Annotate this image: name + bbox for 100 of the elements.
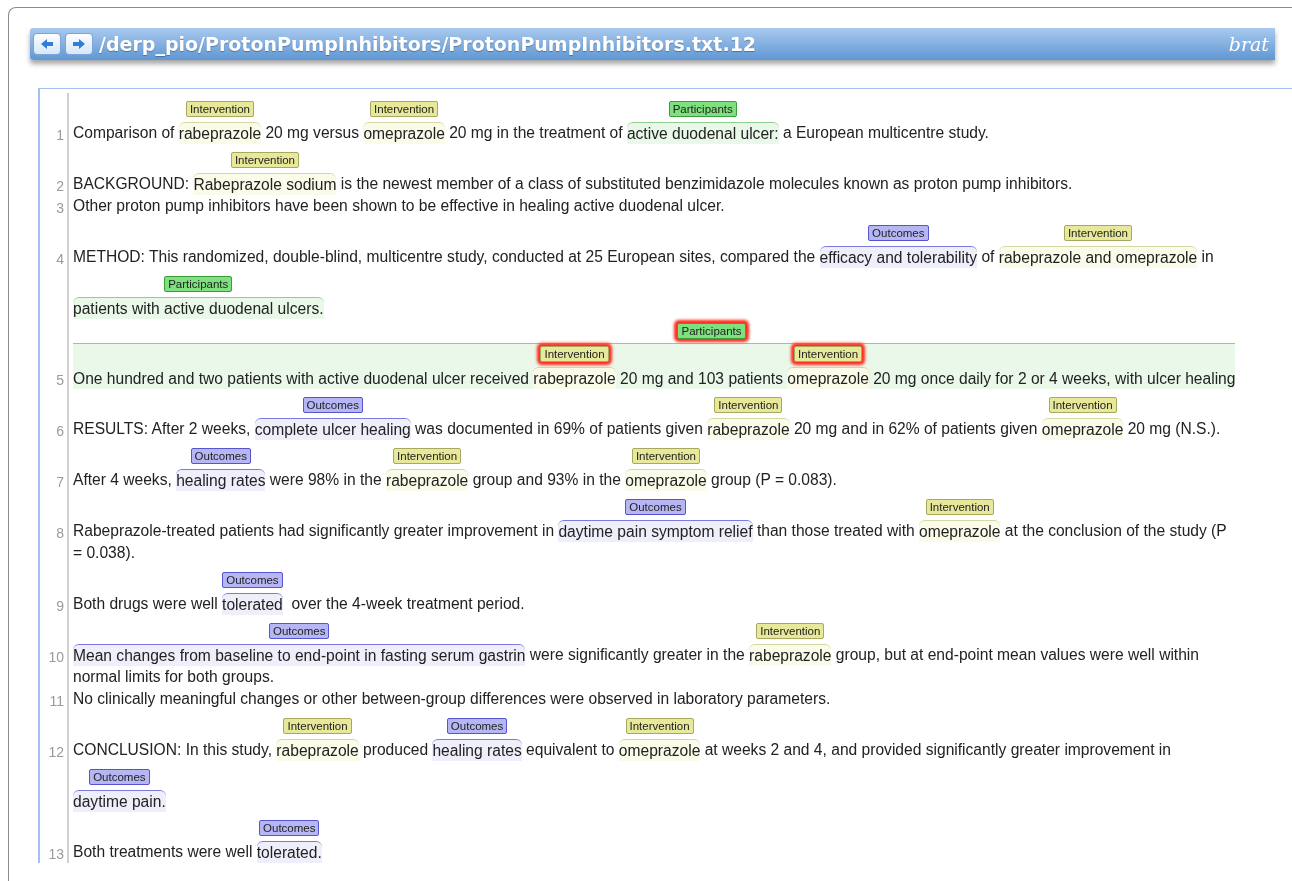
sentence-text: normal limits for both groups. <box>73 668 275 685</box>
sentence-text: group (P = 0.083). <box>710 471 837 488</box>
sentence-text: than those treated with <box>755 522 916 539</box>
annotation-label[interactable]: Outcomes <box>190 448 251 464</box>
annotated-text[interactable]: daytime pain symptom relief <box>558 520 753 542</box>
annotated-text[interactable]: rabeprazole <box>749 644 832 666</box>
annotation-label[interactable]: Intervention <box>925 499 994 515</box>
annotated-text[interactable]: tolerated <box>222 593 283 615</box>
sentence-text: group and 93% in the <box>471 471 622 488</box>
line-number: 3 <box>56 200 64 216</box>
annotated-text[interactable]: tolerated. <box>256 841 322 863</box>
annotated-text[interactable]: patients with active duodenal ulcers. <box>73 297 324 319</box>
annotated-text[interactable]: omeprazole <box>919 520 1001 542</box>
annotation-label[interactable]: Intervention <box>370 101 439 117</box>
line-number: 5 <box>56 372 64 388</box>
right-arrow-icon <box>72 38 86 50</box>
app-logo: brat <box>1228 33 1269 55</box>
sentence-text: BACKGROUND: <box>73 175 191 192</box>
sentence-text: METHOD: This randomized, double-blind, multicentre study, conducted at 25 European sites, compared the <box>73 248 817 265</box>
annotation-label[interactable]: Intervention <box>1048 397 1117 413</box>
annotation-label[interactable]: Intervention <box>1063 225 1133 241</box>
sentence-text: were significantly greater in the <box>528 646 746 663</box>
annotated-text[interactable]: rabeprazole <box>385 469 469 491</box>
line-number: 1 <box>56 127 64 143</box>
annotation-label[interactable]: Outcomes <box>625 499 686 515</box>
annotated-text[interactable]: rabeprazole <box>533 367 616 389</box>
sentence-text: Rabeprazole-treated patients had significantly greater improvement in <box>73 522 556 539</box>
document-path: /derp_pio/ProtonPumpInhibitors/ProtonPumpInhibitors.txt.12 <box>99 33 758 55</box>
sentence-text: group, but at end-point mean values were well within <box>834 646 1199 663</box>
sentence-text: produced <box>362 741 430 758</box>
annotated-text[interactable]: Mean changes from baseline to end-point in fasting serum gastrin <box>73 644 526 666</box>
sentence-text: of <box>980 248 996 265</box>
line-number: 2 <box>56 178 64 194</box>
annotation-label[interactable]: Participants <box>164 276 233 292</box>
annotation-label[interactable]: Intervention <box>631 448 700 464</box>
annotated-text[interactable]: rabeprazole and omeprazole <box>998 246 1198 268</box>
annotation-label[interactable]: Intervention <box>794 346 863 362</box>
annotated-text[interactable]: Rabeprazole sodium <box>193 173 337 195</box>
annotated-text[interactable]: healing rates <box>176 469 266 491</box>
sentence-text: 20 mg and in 62% of patients given <box>792 420 1039 437</box>
annotation-label[interactable]: Outcomes <box>222 572 283 588</box>
line-number: 9 <box>56 598 64 614</box>
annotation-label[interactable]: Outcomes <box>868 225 929 241</box>
sentence-text: a European multicentre study. <box>781 124 989 141</box>
annotated-text[interactable]: omeprazole <box>787 367 869 389</box>
forward-button[interactable] <box>65 33 93 55</box>
sentence-text: 20 mg versus <box>264 124 361 141</box>
annotation-label[interactable]: Participants <box>677 323 746 339</box>
annotated-text[interactable]: active duodenal ulcer: <box>626 122 779 144</box>
sentence-text: in <box>1200 248 1214 265</box>
sentence-text: Both drugs were well <box>73 595 219 612</box>
annotation-label[interactable]: Intervention <box>625 718 694 734</box>
annotated-text[interactable]: omeprazole <box>363 122 445 144</box>
sentence-text: were 98% in the <box>268 471 383 488</box>
annotated-text[interactable]: complete ulcer healing <box>254 418 411 440</box>
line-number: 11 <box>49 693 64 709</box>
sentence-text: was documented in 69% of patients given <box>414 420 704 437</box>
sentence-text: No clinically meaningful changes or other between-group differences were observed in laboratory parameters. <box>73 690 831 707</box>
sentence-text: Other proton pump inhibitors have been shown to be effective in healing active duodenal ulcer. <box>73 197 725 214</box>
sentence-text: at weeks 2 and 4, and provided significantly greater improvement in <box>703 741 1171 758</box>
back-button[interactable] <box>33 33 61 55</box>
annotation-label[interactable]: Participants <box>668 101 737 117</box>
line-number: 12 <box>48 744 64 760</box>
line-number: 4 <box>56 251 64 267</box>
line-number: 7 <box>56 474 64 490</box>
line-number: 8 <box>56 525 64 541</box>
annotated-text[interactable]: omeprazole <box>618 739 701 761</box>
annotation-label[interactable]: Outcomes <box>446 718 508 734</box>
sentence-text: is the newest member of a class of substituted benzimidazole molecules known as proton pump inhibitors. <box>339 175 1073 192</box>
sentence-text: Comparison of <box>73 124 176 141</box>
annotated-text[interactable]: daytime pain. <box>73 790 166 812</box>
annotated-text[interactable]: rabeprazole <box>178 122 262 144</box>
annotated-text[interactable]: omeprazole <box>1041 418 1124 440</box>
sentence-text: = 0.038). <box>73 544 135 561</box>
annotation-label[interactable]: Intervention <box>230 152 299 168</box>
sentence-text: 20 mg in the treatment of <box>448 124 624 141</box>
annotated-text[interactable]: efficacy and tolerability <box>819 246 978 268</box>
annotation-label[interactable]: Intervention <box>283 718 352 734</box>
sentence-text: equivalent to <box>525 741 616 758</box>
annotation-label[interactable]: Outcomes <box>269 623 330 639</box>
annotation-label[interactable]: Outcomes <box>89 769 150 785</box>
line-number: 6 <box>56 423 64 439</box>
line-number: 10 <box>48 649 64 665</box>
left-arrow-icon <box>40 38 54 50</box>
line-number: 13 <box>48 846 64 862</box>
annotation-label[interactable]: Intervention <box>540 346 609 362</box>
annotated-text[interactable]: omeprazole <box>625 469 707 491</box>
annotation-label[interactable]: Outcomes <box>302 397 363 413</box>
annotated-text[interactable]: rabeprazole <box>276 739 359 761</box>
sentence-text: over the 4-week treatment period. <box>290 595 525 612</box>
annotated-text[interactable]: healing rates <box>432 739 522 761</box>
annotation-label[interactable]: Intervention <box>185 101 254 117</box>
sentence-text: RESULTS: After 2 weeks, <box>73 420 252 437</box>
annotated-text[interactable]: rabeprazole <box>707 418 790 440</box>
annotation-label[interactable]: Intervention <box>756 623 825 639</box>
sentence-text: One hundred and two patients with active duodenal ulcer received <box>73 370 530 387</box>
annotation-label[interactable]: Outcomes <box>259 820 320 836</box>
annotation-label[interactable]: Intervention <box>714 397 783 413</box>
annotation-label[interactable]: Intervention <box>393 448 462 464</box>
sentence-text: After 4 weeks, <box>73 471 173 488</box>
